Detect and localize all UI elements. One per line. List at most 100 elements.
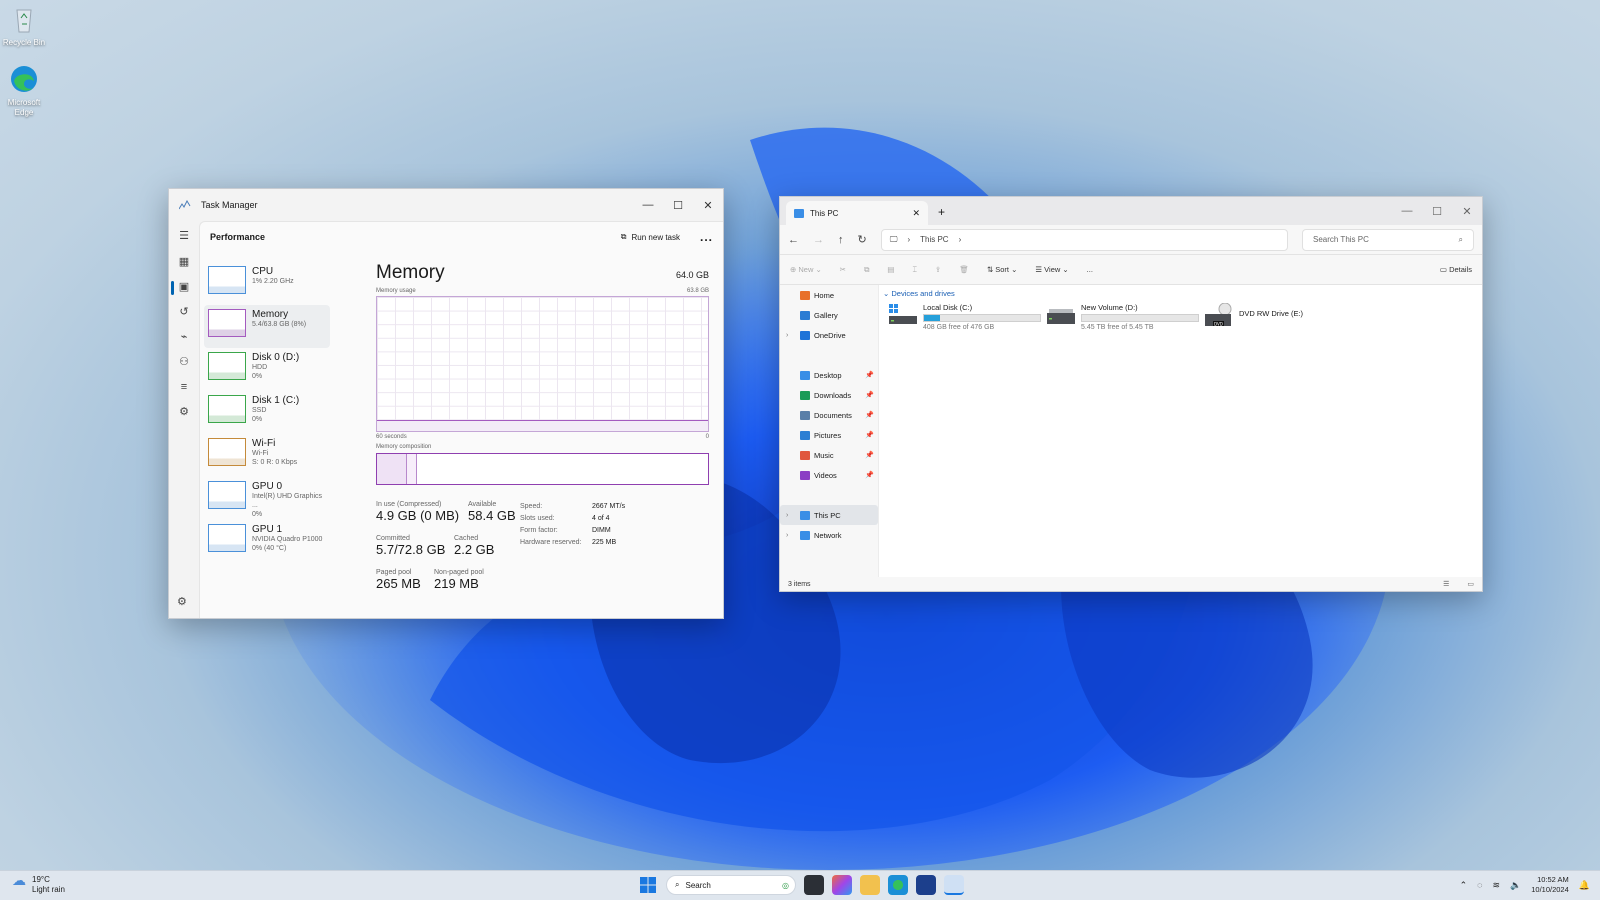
new-button[interactable]: ⊕ New ⌄	[790, 265, 822, 274]
task-view-icon[interactable]	[804, 875, 824, 895]
clock[interactable]: 10:52 AM 10/10/2024	[1531, 875, 1569, 895]
rename-icon[interactable]: ⌶	[913, 265, 918, 275]
perf-item[interactable]: GPU 0 Intel(R) UHD Graphics ... 0%	[204, 477, 330, 520]
nav-item-desktop[interactable]: Desktop 📌	[780, 365, 878, 385]
settings-gear-icon[interactable]: ⚙	[177, 595, 187, 608]
maximize-button[interactable]: ☐	[1422, 205, 1452, 218]
taskbar: ☁ 19°C Light rain ⌕ Search ◎ ⌃ ◌ ≋ 🔈 10:…	[0, 870, 1600, 900]
group-header-devices[interactable]: ⌄ Devices and drives	[883, 289, 955, 298]
perf-item[interactable]: GPU 1 NVIDIA Quadro P1000 0% (40 °C)	[204, 520, 330, 563]
hamburger-menu-icon[interactable]: ☰	[177, 229, 191, 243]
drive-d[interactable]: New Volume (D:) 5.45 TB free of 5.45 TB	[1047, 303, 1199, 331]
tiles-view-icon[interactable]: ▭	[1467, 580, 1474, 588]
run-new-task-button[interactable]: ⧉ Run new task	[621, 232, 680, 242]
delete-icon[interactable]: 🗑	[959, 265, 969, 274]
tab-close-icon[interactable]: ✕	[912, 208, 920, 219]
dvd-drive-icon: DVD	[1205, 302, 1233, 326]
drive-c[interactable]: Local Disk (C:) 408 GB free of 476 GB	[889, 303, 1041, 331]
minimize-button[interactable]: —	[633, 199, 663, 212]
processes-icon[interactable]: ▦	[177, 255, 191, 269]
desktop-icon-recycle-bin[interactable]: Recycle Bin	[2, 4, 46, 48]
stat-label: Non-paged pool	[434, 569, 484, 576]
store-icon[interactable]	[916, 875, 936, 895]
nav-item-home[interactable]: Home	[780, 285, 878, 305]
performance-list: CPU 1% 2.20 GHz Memory 5.4/63.8 GB (8%) Disk…	[204, 262, 330, 563]
forward-arrow-icon[interactable]: →	[813, 234, 824, 246]
chevron-right-icon[interactable]: ›	[786, 532, 788, 539]
desktop-icon-edge[interactable]: Microsoft Edge	[2, 64, 46, 118]
task-manager-icon[interactable]	[944, 875, 964, 895]
address-bar[interactable]: 🖵 › This PC ›	[880, 228, 1288, 251]
details-pane-button[interactable]: ▭ Details	[1440, 265, 1472, 274]
refresh-icon[interactable]: ↻	[858, 233, 867, 246]
details-icon[interactable]: ≡	[177, 380, 191, 394]
copy-icon[interactable]: ⧉	[864, 265, 869, 275]
share-icon[interactable]: ⇪	[935, 265, 941, 274]
file-explorer-icon[interactable]	[860, 875, 880, 895]
minimize-button[interactable]: —	[1392, 205, 1422, 218]
perf-item[interactable]: CPU 1% 2.20 GHz	[204, 262, 330, 305]
maximize-button[interactable]: ☐	[663, 199, 693, 212]
app-history-icon[interactable]: ↺	[177, 305, 191, 319]
taskbar-search[interactable]: ⌕ Search ◎	[666, 875, 796, 895]
wifi-icon[interactable]: ≋	[1492, 880, 1500, 891]
chevron-right-icon[interactable]: ›	[907, 235, 910, 244]
view-button[interactable]: ☰ View ⌄	[1035, 265, 1068, 274]
nav-item-documents[interactable]: Documents 📌	[780, 405, 878, 425]
notification-bell-icon[interactable]: 🔔	[1579, 880, 1590, 891]
nav-item-downloads[interactable]: Downloads 📌	[780, 385, 878, 405]
chevron-right-icon[interactable]: ›	[786, 332, 788, 339]
chevron-right-icon[interactable]: ›	[786, 512, 788, 519]
group-label: Devices and drives	[891, 289, 955, 298]
more-options-button[interactable]: ...	[700, 230, 713, 244]
network-icon[interactable]: ◌	[1477, 880, 1482, 890]
music-icon	[800, 450, 810, 460]
new-tab-button[interactable]: +	[938, 205, 945, 219]
back-arrow-icon[interactable]: ←	[788, 234, 799, 246]
search-input[interactable]: Search This PC ⌕	[1302, 228, 1474, 251]
up-arrow-icon[interactable]: ↑	[838, 234, 844, 246]
cut-icon[interactable]: ✂	[840, 265, 846, 274]
startup-apps-icon[interactable]: ⌁	[177, 330, 191, 344]
nav-item-music[interactable]: Music 📌	[780, 445, 878, 465]
detail-value: 2667 MT/s	[592, 503, 626, 510]
perf-item[interactable]: Memory 5.4/63.8 GB (8%)	[204, 305, 330, 348]
nav-item-label: Documents	[814, 410, 852, 420]
file-explorer-window[interactable]: This PC ✕ + — ☐ ✕ ← → ↑ ↻ 🖵 › This PC › …	[779, 196, 1483, 592]
weather-widget[interactable]: ☁ 19°C Light rain	[12, 872, 65, 895]
chevron-up-icon[interactable]: ⌃	[1460, 880, 1468, 891]
edge-icon[interactable]	[888, 875, 908, 895]
nav-item-onedrive[interactable]: › OneDrive	[780, 325, 878, 345]
nav-item-this-pc[interactable]: › This PC	[780, 505, 878, 525]
task-manager-window[interactable]: Task Manager — ☐ ✕ ☰ ▦ ▣ ↺ ⌁ ⚇ ≡ ⚙ ⚙ Per…	[168, 188, 724, 619]
chevron-right-icon[interactable]: ›	[959, 235, 962, 244]
volume-icon[interactable]: 🔈	[1510, 880, 1521, 891]
detail-value: 4 of 4	[592, 515, 610, 522]
tab-this-pc[interactable]: This PC ✕	[786, 201, 928, 225]
details-view-icon[interactable]: ☰	[1443, 580, 1449, 588]
services-icon[interactable]: ⚙	[177, 405, 191, 419]
users-icon[interactable]: ⚇	[177, 355, 191, 369]
nav-item-gallery[interactable]: Gallery	[780, 305, 878, 325]
copilot-icon[interactable]	[832, 875, 852, 895]
nav-item-pictures[interactable]: Pictures 📌	[780, 425, 878, 445]
sort-button[interactable]: ⇅ Sort ⌄	[987, 265, 1018, 274]
nav-item-network[interactable]: › Network	[780, 525, 878, 545]
breadcrumb-this-pc[interactable]: This PC	[920, 235, 948, 244]
start-button[interactable]	[638, 875, 658, 895]
perf-item[interactable]: Disk 0 (D:) HDD 0%	[204, 348, 330, 391]
rain-cloud-icon: ☁	[12, 872, 26, 888]
performance-icon[interactable]: ▣	[177, 280, 191, 294]
paste-icon[interactable]: ▤	[887, 265, 894, 274]
perf-item[interactable]: Wi-Fi Wi-Fi S: 0 R: 0 Kbps	[204, 434, 330, 477]
title-bar[interactable]: Task Manager — ☐ ✕	[169, 189, 723, 221]
tab-label: This PC	[810, 208, 839, 218]
nav-item-videos[interactable]: Videos 📌	[780, 465, 878, 485]
see-more-button[interactable]: ...	[1087, 265, 1093, 274]
graph-axis-right: 0	[705, 434, 709, 440]
close-button[interactable]: ✕	[693, 199, 723, 212]
close-button[interactable]: ✕	[1452, 205, 1482, 218]
stat-label: Paged pool	[376, 569, 412, 576]
perf-item[interactable]: Disk 1 (C:) SSD 0%	[204, 391, 330, 434]
drive-e[interactable]: DVD DVD RW Drive (E:)	[1205, 302, 1303, 326]
